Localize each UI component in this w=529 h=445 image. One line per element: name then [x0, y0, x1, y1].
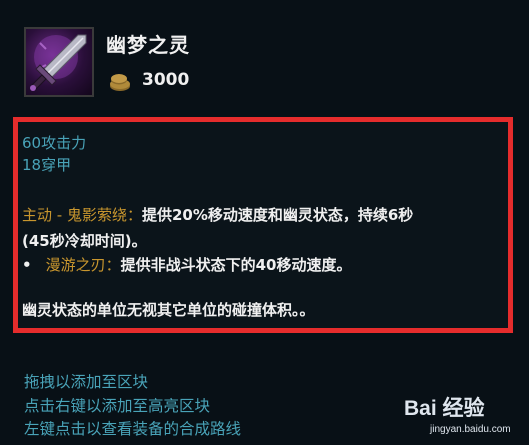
stat-armor-penetration: 18穿甲 [22, 156, 72, 174]
bullet-icon: • [22, 256, 32, 274]
gold-coin-icon [108, 69, 132, 93]
ghosted-note: 幽灵状态的单位无视其它单位的碰撞体积。。 [22, 301, 315, 319]
passive-ability-label: 漫游之刃： [45, 256, 121, 274]
active-ability-cooldown: (45秒冷却时间)。 [22, 232, 147, 250]
hint-left-click-recipe: 左键点击以查看装备的合成路线 [24, 420, 242, 438]
ghostblade-sword-icon[interactable] [24, 27, 94, 97]
baidu-jingyan-watermark: Bai 经验 jingyan.baidu.com [404, 392, 524, 442]
hint-drag-to-add: 拖拽以添加至区块 [24, 373, 149, 391]
active-ability-line: 主动 - 鬼影萦绕：提供20%移动速度和幽灵状态，持续6秒 [22, 204, 413, 225]
watermark-main: Bai 经验 [404, 397, 485, 420]
item-price: 3000 [142, 70, 190, 90]
active-ability-label: 主动 - 鬼影萦绕： [22, 206, 142, 224]
item-name: 幽梦之灵 [106, 33, 190, 57]
stat-attack-damage: 60攻击力 [22, 134, 87, 152]
passive-ability-text: 提供非战斗状态下的40移动速度。 [120, 256, 352, 274]
hint-right-click-add: 点击右键以添加至高亮区块 [24, 397, 211, 415]
watermark-sub: jingyan.baidu.com [430, 424, 511, 435]
active-ability-text: 提供20%移动速度和幽灵状态，持续6秒 [141, 206, 414, 224]
passive-ability-line: • 漫游之刃：提供非战斗状态下的40移动速度。 [22, 254, 352, 275]
